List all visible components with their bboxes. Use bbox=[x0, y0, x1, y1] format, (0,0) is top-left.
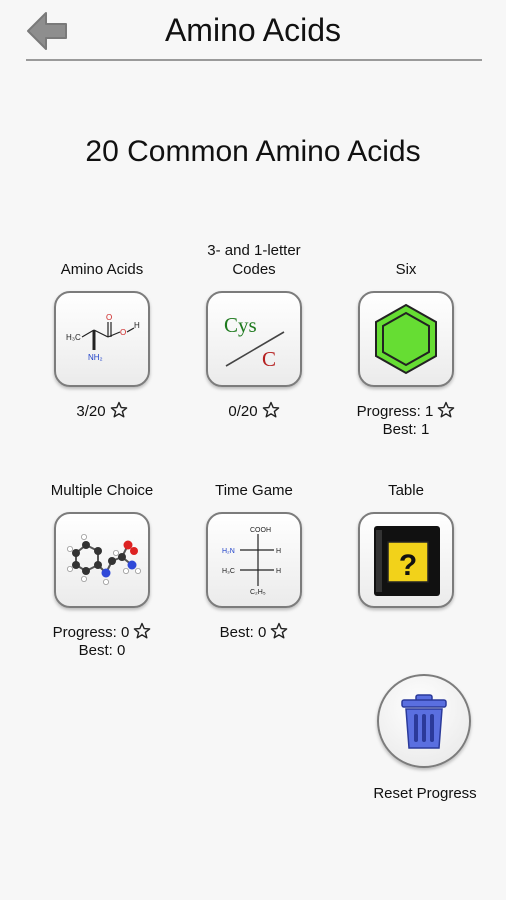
book-question-icon: ? bbox=[374, 526, 440, 596]
nh2-label: NH₂ bbox=[88, 353, 103, 362]
section-heading: 20 Common Amino Acids bbox=[85, 135, 421, 168]
tile-label: Multiple Choice bbox=[50, 482, 154, 499]
tile-stat: 0/20 bbox=[179, 401, 329, 424]
star-icon[interactable] bbox=[110, 401, 128, 424]
molecule-ball-stick-icon bbox=[67, 533, 142, 586]
multiple-choice-button[interactable] bbox=[54, 512, 150, 608]
amino-acids-button[interactable]: H₃C O O H NH₂ bbox=[54, 291, 150, 387]
cys-text: Cys bbox=[224, 313, 257, 337]
h-label-bottom: H bbox=[276, 568, 281, 575]
tile-stat: 3/20 bbox=[27, 401, 177, 424]
header-divider bbox=[26, 59, 482, 61]
tile-label: Amino Acids bbox=[60, 261, 144, 278]
tile-label-line1: 3- and 1-letter bbox=[207, 242, 301, 259]
svg-text:?: ? bbox=[399, 549, 417, 582]
h-label-top: H bbox=[276, 548, 281, 555]
tile-label-line2: Codes bbox=[232, 261, 276, 278]
star-icon[interactable] bbox=[262, 401, 280, 424]
tile-best: Best: 1 bbox=[382, 421, 430, 438]
fischer-projection-icon: COOH H₂N H H₃C H C₂H₅ bbox=[222, 527, 281, 596]
h2n-label: H₂N bbox=[222, 548, 235, 555]
reset-progress-label: Reset Progress bbox=[373, 785, 477, 802]
c2h5-label: C₂H₅ bbox=[250, 589, 266, 596]
tile-stat: Best: 0 bbox=[179, 622, 329, 645]
alanine-structure-icon: H₃C O O H NH₂ bbox=[66, 313, 140, 362]
tile-label: Six bbox=[395, 261, 417, 278]
cys-code-icon: Cys C bbox=[224, 313, 285, 371]
top-bar: Amino Acids bbox=[0, 0, 506, 62]
tile-label: Table bbox=[388, 482, 424, 499]
tile-best: Best: 0 bbox=[78, 642, 126, 659]
trash-icon bbox=[401, 694, 447, 749]
o-label: O bbox=[106, 313, 112, 322]
six-button[interactable] bbox=[358, 291, 454, 387]
benzene-hexagon-icon bbox=[375, 303, 437, 375]
tile-label: Time Game bbox=[215, 482, 293, 499]
table-button[interactable]: ? bbox=[358, 512, 454, 608]
h3c-label: H₃C bbox=[66, 333, 81, 342]
codes-button[interactable]: Cys C bbox=[206, 291, 302, 387]
h-label: H bbox=[134, 321, 140, 330]
h3c-label: H₃C bbox=[222, 568, 235, 575]
time-game-button[interactable]: COOH H₂N H H₃C H C₂H₅ bbox=[206, 512, 302, 608]
svg-text:O: O bbox=[120, 328, 126, 337]
cooh-label: COOH bbox=[250, 527, 271, 534]
star-icon[interactable] bbox=[270, 622, 288, 645]
reset-progress-button[interactable] bbox=[377, 674, 471, 768]
page-title: Amino Acids bbox=[164, 12, 342, 48]
c-text: C bbox=[262, 347, 276, 371]
